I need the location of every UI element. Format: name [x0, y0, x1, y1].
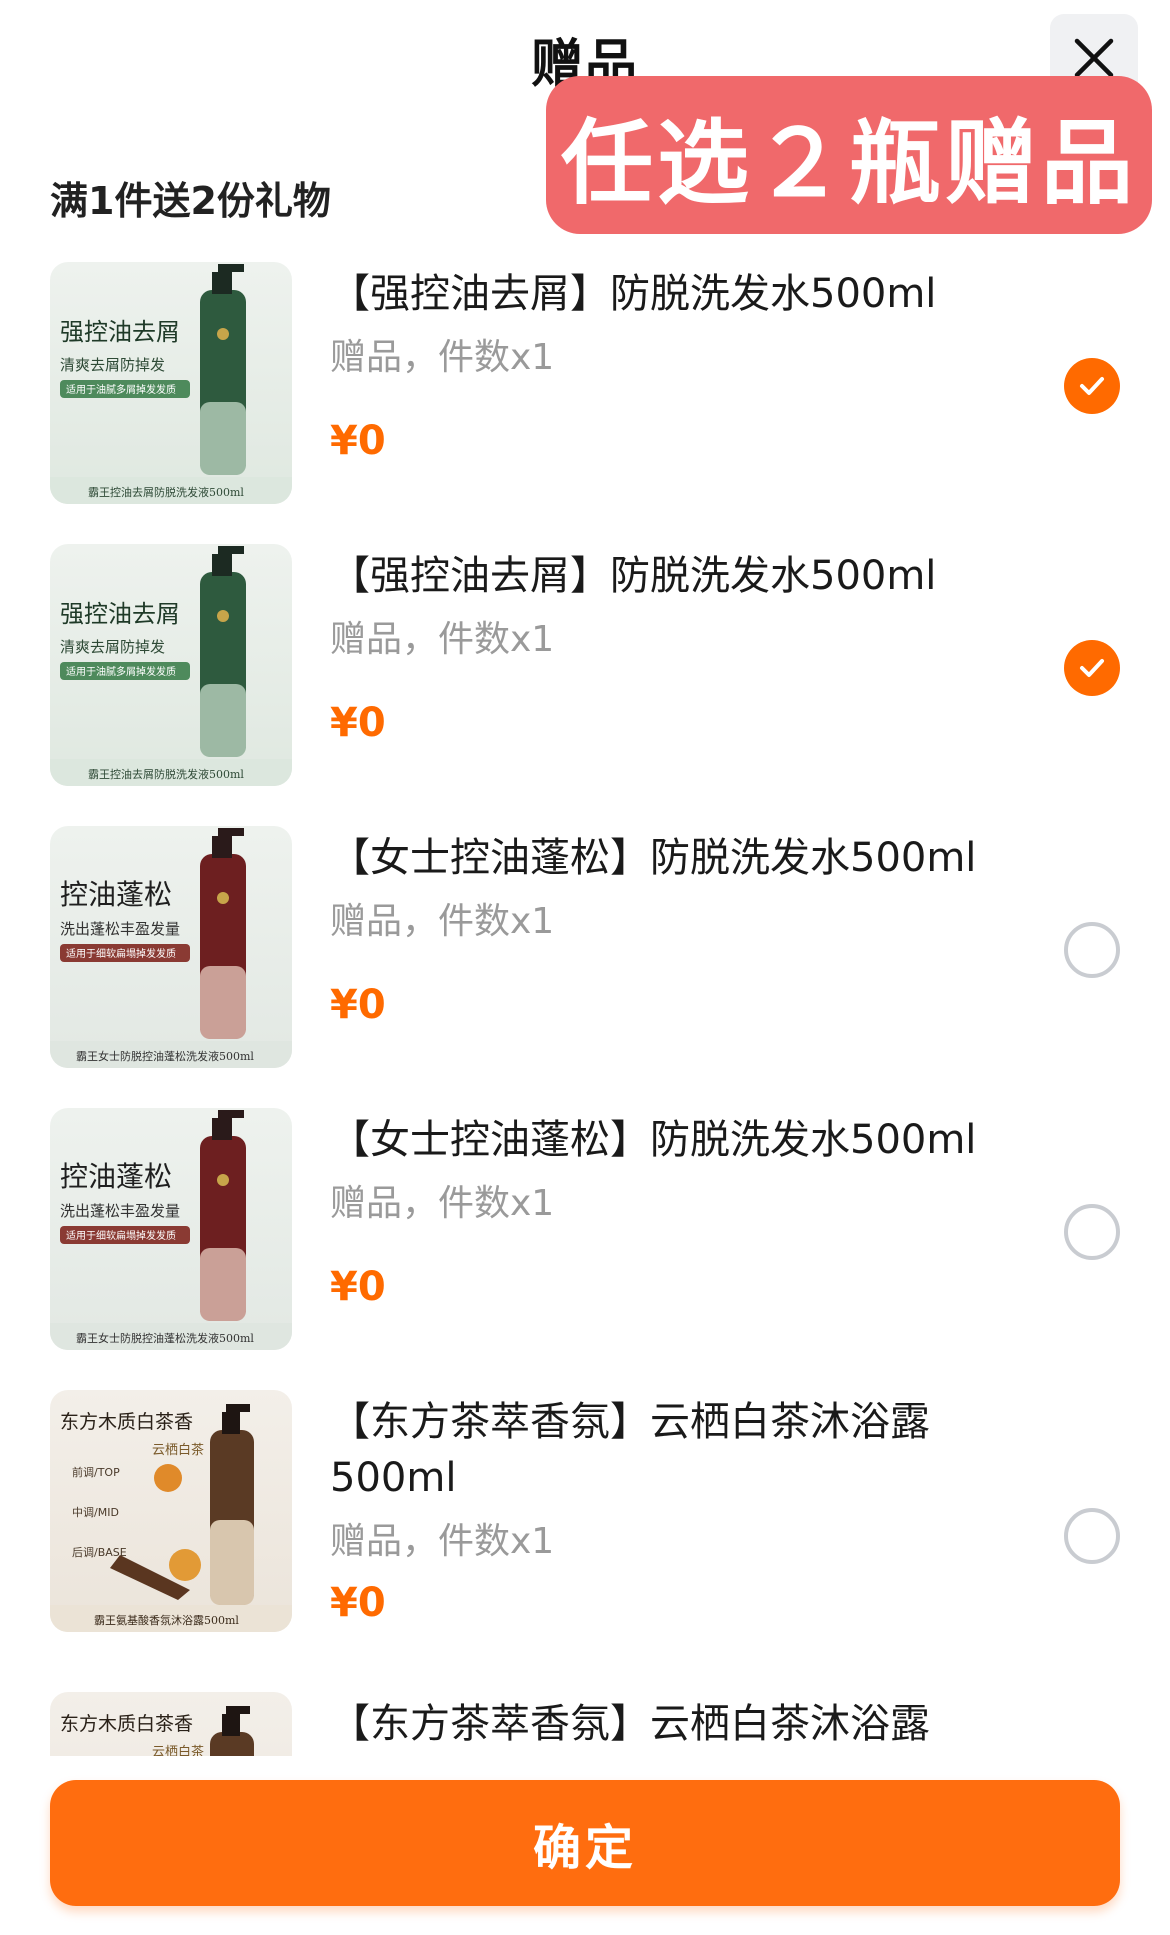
thumb-headline: 强控油去屑 — [60, 600, 180, 628]
thumb-headline: 强控油去屑 — [60, 318, 180, 346]
gift-name: 【强控油去屑】防脱洗发水500ml — [330, 553, 937, 599]
product-thumbnail: 强控油去屑 清爽去屑防掉发 适用于油腻多屑掉发发质 霸王控油去屑防脱洗发液500… — [50, 544, 292, 786]
gift-quantity: 赠品，件数x1 — [330, 1521, 555, 1562]
svg-text:后调/BASE: 后调/BASE — [72, 1546, 127, 1559]
product-thumbnail: 东方木质白茶香 云栖白茶 前调/TOP 中调/MID 后调/BASE 霸王氨基酸… — [50, 1390, 292, 1632]
gift-item[interactable]: 强控油去屑 清爽去屑防掉发 适用于油腻多屑掉发发质 霸王控油去屑防脱洗发液500… — [0, 262, 1170, 504]
gift-item[interactable]: 控油蓬松 洗出蓬松丰盈发量 适用于细软扁塌掉发发质 霸王女士防脱控油蓬松洗发液5… — [0, 826, 1170, 1068]
select-checkbox[interactable] — [1064, 1508, 1120, 1564]
thumb-headline: 控油蓬松 — [60, 878, 172, 911]
svg-text:霸王控油去屑防脱洗发液500ml: 霸王控油去屑防脱洗发液500ml — [88, 767, 244, 781]
product-thumbnail: 控油蓬松 洗出蓬松丰盈发量 适用于细软扁塌掉发发质 霸王女士防脱控油蓬松洗发液5… — [50, 826, 292, 1068]
confirm-button[interactable]: 确定 — [50, 1780, 1120, 1906]
gift-name: 【女士控油蓬松】防脱洗发水500ml — [330, 1117, 977, 1163]
gift-item[interactable]: 控油蓬松 洗出蓬松丰盈发量 适用于细软扁塌掉发发质 霸王女士防脱控油蓬松洗发液5… — [0, 1108, 1170, 1350]
gift-price: ¥0 — [330, 418, 386, 464]
svg-text:清爽去屑防掉发: 清爽去屑防掉发 — [60, 638, 165, 656]
select-checkbox[interactable] — [1064, 1204, 1120, 1260]
svg-text:清爽去屑防掉发: 清爽去屑防掉发 — [60, 356, 165, 374]
select-checkbox[interactable] — [1064, 922, 1120, 978]
gift-item[interactable]: 东方木质白茶香 云栖白茶 前调/TOP 中调/MID 后调/BASE 霸王氨基酸… — [0, 1390, 1170, 1652]
gift-item[interactable]: 强控油去屑 清爽去屑防掉发 适用于油腻多屑掉发发质 霸王控油去屑防脱洗发液500… — [0, 544, 1170, 786]
gift-quantity: 赠品，件数x1 — [330, 901, 555, 942]
thumb-headline: 东方木质白茶香 — [60, 1411, 193, 1433]
gift-price: ¥0 — [330, 700, 386, 746]
product-thumbnail: 控油蓬松 洗出蓬松丰盈发量 适用于细软扁塌掉发发质 霸王女士防脱控油蓬松洗发液5… — [50, 1108, 292, 1350]
svg-text:洗出蓬松丰盈发量: 洗出蓬松丰盈发量 — [60, 920, 180, 938]
gift-name: 【女士控油蓬松】防脱洗发水500ml — [330, 835, 977, 881]
check-icon — [1080, 377, 1104, 395]
svg-text:霸王控油去屑防脱洗发液500ml: 霸王控油去屑防脱洗发液500ml — [88, 485, 244, 499]
gift-list[interactable]: 强控油去屑 清爽去屑防掉发 适用于油腻多屑掉发发质 霸王控油去屑防脱洗发液500… — [0, 262, 1170, 1756]
svg-text:适用于细软扁塌掉发发质: 适用于细软扁塌掉发发质 — [66, 947, 176, 960]
svg-text:适用于油腻多屑掉发发质: 适用于油腻多屑掉发发质 — [66, 665, 176, 678]
select-checkbox[interactable] — [1064, 358, 1120, 414]
svg-text:云栖白茶: 云栖白茶 — [152, 1744, 204, 1756]
gift-price: ¥0 — [330, 1580, 386, 1626]
svg-text:中调/MID: 中调/MID — [72, 1506, 119, 1519]
svg-text:云栖白茶: 云栖白茶 — [152, 1442, 204, 1458]
product-thumbnail: 强控油去屑 清爽去屑防掉发 适用于油腻多屑掉发发质 霸王控油去屑防脱洗发液500… — [50, 262, 292, 504]
gift-quantity: 赠品，件数x1 — [330, 1183, 555, 1224]
svg-text:适用于细软扁塌掉发发质: 适用于细软扁塌掉发发质 — [66, 1229, 176, 1242]
svg-text:适用于油腻多屑掉发发质: 适用于油腻多屑掉发发质 — [66, 383, 176, 396]
gift-quantity: 赠品，件数x1 — [330, 337, 555, 378]
gift-item[interactable]: 东方木质白茶香 云栖白茶 【东方茶萃香氛】云栖白茶沐浴露 — [0, 1692, 1170, 1756]
svg-text:前调/TOP: 前调/TOP — [72, 1465, 120, 1479]
check-icon — [1080, 659, 1104, 677]
close-icon — [1074, 38, 1114, 78]
thumb-headline: 控油蓬松 — [60, 1160, 172, 1193]
gift-price: ¥0 — [330, 982, 386, 1028]
svg-text:洗出蓬松丰盈发量: 洗出蓬松丰盈发量 — [60, 1202, 180, 1220]
gift-quantity: 赠品，件数x1 — [330, 619, 555, 660]
product-thumbnail: 东方木质白茶香 云栖白茶 — [50, 1692, 292, 1756]
gift-name: 【东方茶萃香氛】云栖白茶沐浴露 — [330, 1701, 930, 1747]
gift-name: 【强控油去屑】防脱洗发水500ml — [330, 271, 937, 317]
select-checkbox[interactable] — [1064, 640, 1120, 696]
svg-text:霸王女士防脱控油蓬松洗发液500ml: 霸王女士防脱控油蓬松洗发液500ml — [76, 1331, 254, 1345]
gift-price: ¥0 — [330, 1264, 386, 1310]
gift-name: 【东方茶萃香氛】云栖白茶沐浴露500ml — [330, 1399, 930, 1501]
thumb-headline: 东方木质白茶香 — [60, 1713, 193, 1735]
svg-text:霸王氨基酸香氛沐浴露500ml: 霸王氨基酸香氛沐浴露500ml — [94, 1613, 239, 1627]
promo-banner: 任选２瓶赠品 — [546, 76, 1152, 234]
gift-rule-text: 满1件送2份礼物 — [50, 179, 331, 223]
svg-text:霸王女士防脱控油蓬松洗发液500ml: 霸王女士防脱控油蓬松洗发液500ml — [76, 1049, 254, 1063]
